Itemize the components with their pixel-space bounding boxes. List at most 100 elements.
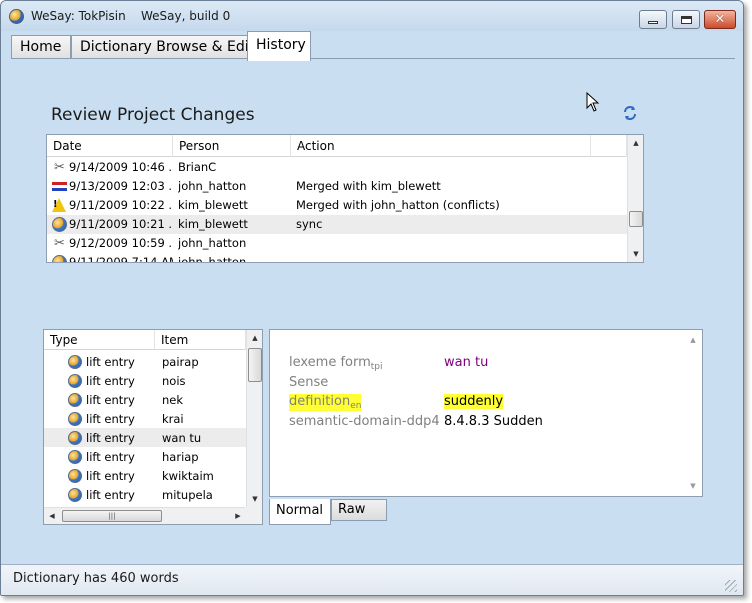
history-vertical-scrollbar[interactable]: ▲ ▼ [627,135,643,262]
column-header-blank[interactable] [591,135,627,157]
definition-label: definitionen [289,394,362,411]
history-row[interactable]: ✂ 9/12/2009 10:59 ... john_hatton [47,234,627,253]
record-item: krai [162,412,184,426]
scroll-down-icon[interactable]: ▼ [247,491,262,507]
scroll-thumb[interactable] [248,348,262,382]
definition-writing-system: en [350,401,362,411]
scroll-up-icon[interactable]: ▲ [247,330,262,346]
resize-grip-icon[interactable] [725,580,737,592]
history-row-selected[interactable]: 9/11/2009 10:21 ... kim_blewett sync [47,215,627,234]
scroll-right-icon[interactable]: ▶ [230,508,246,524]
tab-dictionary-browse-edit[interactable]: Dictionary Browse & Edit [71,35,254,59]
page-title: Review Project Changes [51,105,255,125]
column-header-type[interactable]: Type [44,330,155,350]
record-item: nek [162,393,184,407]
record-row[interactable]: lift entry mitupela [44,485,246,504]
history-person: john_hatton [178,236,247,250]
record-row[interactable]: lift entry hariap [44,447,246,466]
history-row[interactable]: 9/13/2009 12:03 ... john_hatton Merged w… [47,177,627,196]
record-type: lift entry [86,393,135,407]
history-date: 9/13/2009 12:03 ... [69,179,173,193]
record-row[interactable]: lift entry nois [44,371,246,390]
history-table-header: Date Person Action [47,135,627,157]
column-header-date[interactable]: Date [47,135,173,157]
record-row-selected[interactable]: lift entry wan tu [44,428,246,447]
record-row[interactable]: lift entry pairap [44,352,246,371]
title-bar[interactable]: WeSay: TokPisin WeSay, build 0 ✕ [1,1,743,31]
record-item: pairap [162,355,199,369]
sense-label: Sense [289,375,329,390]
history-page: Review Project Changes Date Person Actio… [11,58,735,563]
record-item: wan tu [162,431,202,445]
record-type: lift entry [86,488,135,502]
tab-normal[interactable]: Normal [269,499,331,525]
history-person: kim_blewett [178,198,248,212]
record-detail-panel: lexeme formtpi wan tu Sense definitionen… [269,329,703,497]
history-date: 9/11/2009 10:22 ... [69,198,173,212]
column-header-action[interactable]: Action [291,135,591,157]
scroll-thumb[interactable] [629,211,643,227]
lexeme-form-text: lexeme form [289,355,371,370]
history-row[interactable]: ! 9/11/2009 10:22 ... kim_blewett Merged… [47,196,627,215]
refresh-icon[interactable] [622,105,638,121]
maximize-icon [680,15,692,24]
record-item: kwiktaim [162,469,214,483]
scroll-left-icon[interactable]: ◀ [44,508,60,524]
lexeme-form-value: wan tu [444,355,489,370]
history-person: BrianC [178,160,217,174]
record-type: lift entry [86,374,135,388]
record-row[interactable]: lift entry nek [44,390,246,409]
record-item: mitupela [162,488,213,502]
record-type: lift entry [86,450,135,464]
history-row[interactable]: 9/11/2009 7:14 AM john_hatton [47,253,627,263]
scroll-down-icon[interactable]: ▼ [628,246,643,262]
mouse-pointer-icon [586,92,600,112]
minimize-icon [648,21,658,24]
column-header-person[interactable]: Person [173,135,291,157]
globe-icon [68,450,82,464]
history-person: kim_blewett [178,217,248,231]
globe-icon [68,412,82,426]
status-bar: Dictionary has 460 words [1,564,743,595]
changed-records-list[interactable]: Type Item lift entry pairap lift entry n… [43,329,263,525]
semantic-domain-label: semantic-domain-ddp4 [289,414,440,429]
close-button[interactable]: ✕ [704,10,736,29]
history-row[interactable]: ✂ 9/14/2009 10:46 ... BrianC [47,158,627,177]
scroll-corner [245,507,262,524]
record-item: nois [162,374,186,388]
minimize-button[interactable] [639,10,667,29]
globe-icon [68,469,82,483]
tab-raw[interactable]: Raw [331,499,387,521]
scroll-up-icon[interactable]: ▲ [685,332,701,348]
history-action: sync [296,217,323,231]
column-header-item[interactable]: Item [155,330,246,350]
wesay-app-icon[interactable] [9,9,24,24]
record-item: hariap [162,450,199,464]
tools-icon: ✂ [54,160,65,175]
globe-icon [68,355,82,369]
window-title: WeSay: TokPisin [31,9,126,23]
history-table[interactable]: Date Person Action ✂ 9/14/2009 10:46 ...… [46,134,644,263]
scroll-thumb[interactable]: ||| [62,510,162,522]
tab-home[interactable]: Home [11,35,71,59]
globe-icon [68,431,82,445]
close-icon: ✕ [714,12,726,27]
maximize-button[interactable] [672,10,700,29]
history-date: 9/11/2009 7:14 AM [69,255,173,263]
lexeme-form-label: lexeme formtpi [289,355,383,372]
globe-icon [52,255,67,262]
warning-exclamation-icon: ! [53,199,58,210]
globe-icon [68,393,82,407]
history-person: john_hatton [178,255,247,263]
history-person: john_hatton [178,179,247,193]
detail-vertical-scrollbar[interactable]: ▲ ▼ [685,330,702,496]
tab-history[interactable]: History [247,31,311,61]
scroll-down-icon[interactable]: ▼ [685,478,701,494]
records-horizontal-scrollbar[interactable]: ◀ ||| ▶ [44,507,246,524]
record-row[interactable]: lift entry kwiktaim [44,466,246,485]
record-row[interactable]: lift entry krai [44,409,246,428]
scroll-up-icon[interactable]: ▲ [628,135,643,151]
build-label: WeSay, build 0 [141,9,231,23]
tools-icon: ✂ [54,236,65,251]
records-vertical-scrollbar[interactable]: ▲ ▼ [246,330,262,507]
